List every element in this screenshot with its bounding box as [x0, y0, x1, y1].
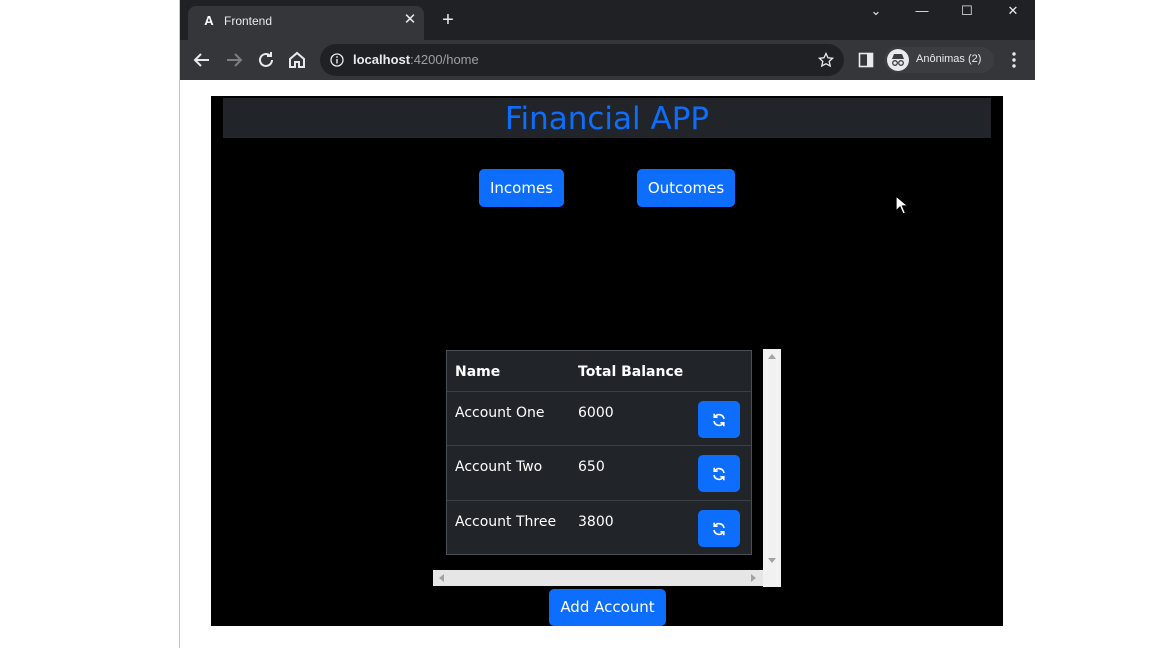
new-tab-button[interactable]: + — [438, 10, 458, 30]
back-icon[interactable] — [190, 48, 214, 72]
app-viewport: Financial APP Incomes Outcomes Name Tota… — [211, 96, 1003, 626]
account-balance: 3800 — [578, 514, 614, 530]
incognito-icon — [887, 49, 909, 71]
profile-button[interactable]: Anônimas (2) — [884, 47, 994, 73]
incomes-button[interactable]: Incomes — [479, 169, 564, 207]
refresh-icon — [713, 467, 725, 481]
address-bar[interactable]: localhost:4200/home — [320, 44, 844, 76]
column-header-total-balance: Total Balance — [578, 364, 684, 380]
account-balance: 6000 — [578, 405, 614, 421]
tab-bar: A Frontend ✕ + ⌄ — ☐ ✕ — [180, 0, 1035, 40]
tab-frontend[interactable]: A Frontend ✕ — [188, 6, 424, 40]
account-name: Account Two — [455, 459, 543, 475]
tab-search-dropdown-icon[interactable]: ⌄ — [865, 2, 887, 20]
app-title: Financial APP — [504, 101, 710, 137]
refresh-account-one-button[interactable] — [698, 401, 740, 438]
profile-label: Anônimas (2) — [916, 53, 982, 65]
tab-close-icon[interactable]: ✕ — [402, 12, 418, 28]
forward-icon[interactable] — [222, 48, 246, 72]
account-balance: 650 — [578, 459, 605, 475]
horizontal-scrollbar[interactable] — [433, 570, 763, 586]
side-panel-icon[interactable] — [858, 52, 874, 68]
browser-toolbar: localhost:4200/home Anônimas (2) — [180, 40, 1035, 80]
add-account-button[interactable]: Add Account — [549, 589, 666, 626]
app-header: Financial APP — [223, 98, 991, 138]
account-name: Account Three — [455, 514, 557, 530]
maximize-icon[interactable]: ☐ — [956, 2, 978, 20]
url-text: localhost:4200/home — [353, 53, 479, 67]
refresh-account-two-button[interactable] — [698, 455, 740, 492]
reload-icon[interactable] — [254, 48, 278, 72]
url-host: localhost — [353, 52, 411, 67]
url-path: :4200/home — [410, 52, 479, 67]
screen: A Frontend ✕ + ⌄ — ☐ ✕ localhost:4200/ho… — [0, 0, 1152, 648]
scroll-left-arrow-icon[interactable] — [438, 574, 444, 582]
account-name: Account One — [455, 405, 545, 421]
menu-icon[interactable] — [1008, 50, 1020, 70]
column-header-name: Name — [455, 364, 501, 380]
outcomes-button[interactable]: Outcomes — [637, 169, 735, 207]
vertical-scroll-thumb[interactable] — [766, 363, 778, 551]
accounts-table-container: Name Total Balance Account One 6000 Acco… — [433, 349, 781, 587]
vertical-scrollbar[interactable] — [763, 349, 781, 587]
accounts-table: Name Total Balance Account One 6000 Acco… — [446, 350, 752, 555]
scroll-up-arrow-icon[interactable] — [768, 353, 776, 359]
row-divider — [447, 500, 751, 501]
refresh-account-three-button[interactable] — [698, 510, 740, 547]
refresh-icon — [713, 413, 725, 427]
scroll-right-arrow-icon[interactable] — [751, 574, 757, 582]
home-icon[interactable] — [285, 48, 309, 72]
refresh-icon — [713, 522, 725, 536]
star-icon[interactable] — [817, 51, 835, 68]
row-divider — [447, 445, 751, 446]
row-divider — [447, 391, 751, 392]
tab-title: Frontend — [224, 14, 273, 28]
mouse-pointer-icon — [895, 195, 909, 215]
angular-favicon-icon: A — [204, 13, 214, 28]
close-window-icon[interactable]: ✕ — [1002, 2, 1024, 20]
minimize-icon[interactable]: — — [911, 2, 933, 20]
info-icon[interactable] — [330, 53, 344, 67]
scroll-down-arrow-icon[interactable] — [768, 558, 776, 564]
